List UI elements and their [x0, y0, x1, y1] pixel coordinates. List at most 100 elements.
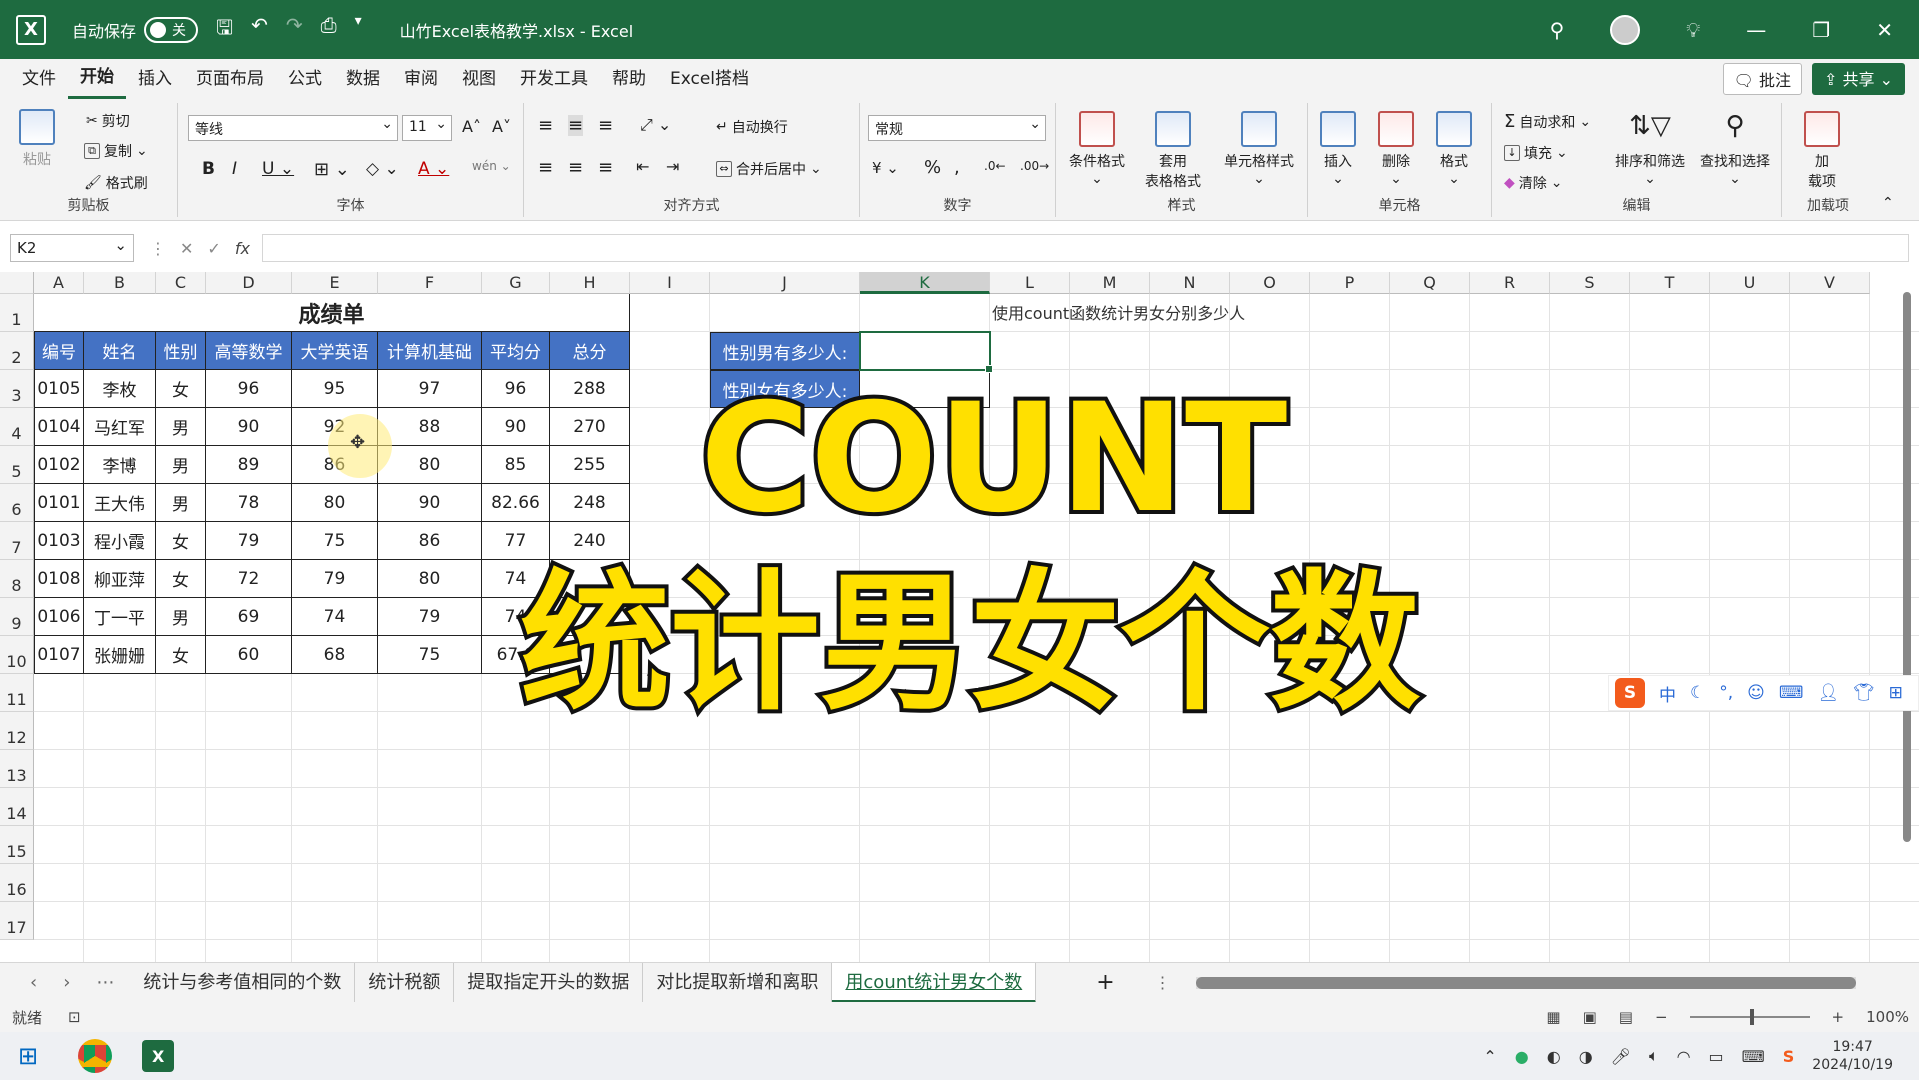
- hscroll-thumb[interactable]: [1196, 977, 1856, 989]
- table-cell[interactable]: 96: [482, 370, 550, 408]
- tab-10[interactable]: Excel搭档: [658, 59, 761, 99]
- table-cell[interactable]: 张姗姗: [84, 636, 156, 674]
- italic-icon[interactable]: I: [232, 159, 237, 179]
- column-header-G[interactable]: G: [482, 272, 550, 294]
- paste-button[interactable]: 粘贴: [14, 109, 60, 169]
- row-header-15[interactable]: 15: [0, 826, 34, 864]
- table-cell[interactable]: 89: [206, 446, 292, 484]
- undo-icon[interactable]: ↶: [251, 13, 268, 47]
- row-header-2[interactable]: 2: [0, 332, 34, 370]
- excel-taskbar-icon[interactable]: X: [142, 1040, 175, 1072]
- question-label[interactable]: 性别男有多少人:: [710, 332, 860, 370]
- font-color-icon[interactable]: A ⌄: [418, 159, 449, 179]
- table-cell[interactable]: 王大伟: [84, 484, 156, 522]
- table-header-cell[interactable]: 姓名: [84, 332, 156, 370]
- underline-icon[interactable]: U ⌄: [262, 159, 294, 179]
- skin-icon[interactable]: 👕︎: [1853, 683, 1875, 703]
- page-break-icon[interactable]: ▤: [1619, 1008, 1633, 1026]
- column-header-K[interactable]: K: [860, 272, 990, 294]
- copy-button[interactable]: ⧉ 复制 ⌄: [84, 141, 148, 161]
- apps-icon[interactable]: ⊞: [1889, 683, 1903, 703]
- table-cell[interactable]: 90: [206, 408, 292, 446]
- table-cell[interactable]: 0105: [34, 370, 84, 408]
- column-header-O[interactable]: O: [1230, 272, 1310, 294]
- column-header-T[interactable]: T: [1630, 272, 1710, 294]
- qq-icon[interactable]: ◐: [1547, 1047, 1561, 1066]
- autosave-toggle[interactable]: 关: [144, 16, 199, 43]
- column-header-B[interactable]: B: [84, 272, 156, 294]
- column-header-H[interactable]: H: [550, 272, 630, 294]
- table-cell[interactable]: 74: [292, 598, 378, 636]
- table-cell[interactable]: 0104: [34, 408, 84, 446]
- column-header-C[interactable]: C: [156, 272, 206, 294]
- column-header-N[interactable]: N: [1150, 272, 1230, 294]
- keyboard-icon[interactable]: ⌨: [1779, 683, 1804, 703]
- table-cell[interactable]: 女: [156, 636, 206, 674]
- row-header-13[interactable]: 13: [0, 750, 34, 788]
- scroll-thumb[interactable]: [1903, 292, 1911, 842]
- font-size-select[interactable]: 11: [402, 115, 452, 141]
- table-cell[interactable]: 男: [156, 446, 206, 484]
- increase-indent-icon[interactable]: ⇥: [666, 157, 679, 176]
- align-right-icon[interactable]: ≡: [598, 157, 613, 178]
- row-header-11[interactable]: 11: [0, 674, 34, 712]
- restore-icon[interactable]: ❐: [1812, 18, 1830, 42]
- table-cell[interactable]: 90: [378, 484, 482, 522]
- tab-2[interactable]: 插入: [126, 59, 184, 99]
- tab-5[interactable]: 数据: [334, 59, 392, 99]
- function-icon[interactable]: fx: [235, 239, 250, 258]
- row-header-8[interactable]: 8: [0, 560, 34, 598]
- table-cell[interactable]: 0103: [34, 522, 84, 560]
- table-cell[interactable]: 0106: [34, 598, 84, 636]
- active-cell-selection[interactable]: [859, 331, 993, 373]
- align-bottom-icon[interactable]: ≡: [598, 115, 613, 136]
- tab-7[interactable]: 视图: [450, 59, 508, 99]
- table-cell[interactable]: 288: [550, 370, 630, 408]
- tab-6[interactable]: 审阅: [392, 59, 450, 99]
- table-header-cell[interactable]: 总分: [550, 332, 630, 370]
- column-header-P[interactable]: P: [1310, 272, 1390, 294]
- currency-icon[interactable]: ¥ ⌄: [872, 159, 899, 177]
- tab-3[interactable]: 页面布局: [184, 59, 276, 99]
- table-header-cell[interactable]: 编号: [34, 332, 84, 370]
- sheet-tab-2[interactable]: 提取指定开头的数据: [454, 962, 644, 1003]
- table-cell[interactable]: 男: [156, 484, 206, 522]
- decrease-font-icon[interactable]: A˅: [492, 117, 511, 136]
- sheet-tab-1[interactable]: 统计税额: [355, 962, 455, 1003]
- table-cell[interactable]: 82.66: [482, 484, 550, 522]
- table-header-cell[interactable]: 性别: [156, 332, 206, 370]
- merge-center-button[interactable]: ⇔ 合并后居中 ⌄: [716, 159, 822, 179]
- delete-cells-button[interactable]: 删除 ⌄: [1366, 111, 1426, 187]
- table-cell[interactable]: 75: [378, 636, 482, 674]
- row-header-14[interactable]: 14: [0, 788, 34, 826]
- name-box[interactable]: K2: [10, 234, 134, 262]
- wrap-text-button[interactable]: ↵ 自动换行: [716, 117, 788, 137]
- table-header-cell[interactable]: 计算机基础: [378, 332, 482, 370]
- collapse-ribbon-icon[interactable]: ⌃: [1882, 195, 1894, 211]
- sheet-tab-4[interactable]: 用count统计男女个数: [832, 962, 1037, 1003]
- row-header-3[interactable]: 3: [0, 370, 34, 408]
- find-select-button[interactable]: ⚲ 查找和选择 ⌄: [1692, 111, 1778, 187]
- zoom-knob[interactable]: [1749, 1009, 1754, 1025]
- format-cells-button[interactable]: 格式 ⌄: [1424, 111, 1484, 187]
- increase-font-icon[interactable]: A˄: [462, 117, 481, 136]
- table-header-cell[interactable]: 大学英语: [292, 332, 378, 370]
- align-top-icon[interactable]: ≡: [538, 115, 553, 136]
- column-header-Q[interactable]: Q: [1390, 272, 1470, 294]
- comment-button[interactable]: 🗨 批注: [1722, 63, 1802, 95]
- conditional-format-button[interactable]: 条件格式 ⌄: [1062, 111, 1132, 187]
- column-header-J[interactable]: J: [710, 272, 860, 294]
- row-header-10[interactable]: 10: [0, 636, 34, 674]
- formula-input[interactable]: [261, 234, 1909, 262]
- border-icon[interactable]: ⊞ ⌄: [314, 159, 350, 180]
- sheet-options-icon[interactable]: ⋮: [1155, 973, 1171, 992]
- increase-decimal-icon[interactable]: .0←: [984, 159, 1006, 173]
- phonetic-icon[interactable]: wén ⌄: [472, 159, 511, 173]
- table-cell[interactable]: 255: [550, 446, 630, 484]
- autosum-button[interactable]: Σ 自动求和 ⌄: [1504, 111, 1591, 132]
- table-cell[interactable]: 97: [378, 370, 482, 408]
- table-cell[interactable]: 95: [292, 370, 378, 408]
- align-left-icon[interactable]: ≡: [538, 157, 553, 178]
- format-as-table-button[interactable]: 套用 表格格式 ⌄: [1138, 111, 1208, 207]
- avatar[interactable]: [1610, 14, 1641, 45]
